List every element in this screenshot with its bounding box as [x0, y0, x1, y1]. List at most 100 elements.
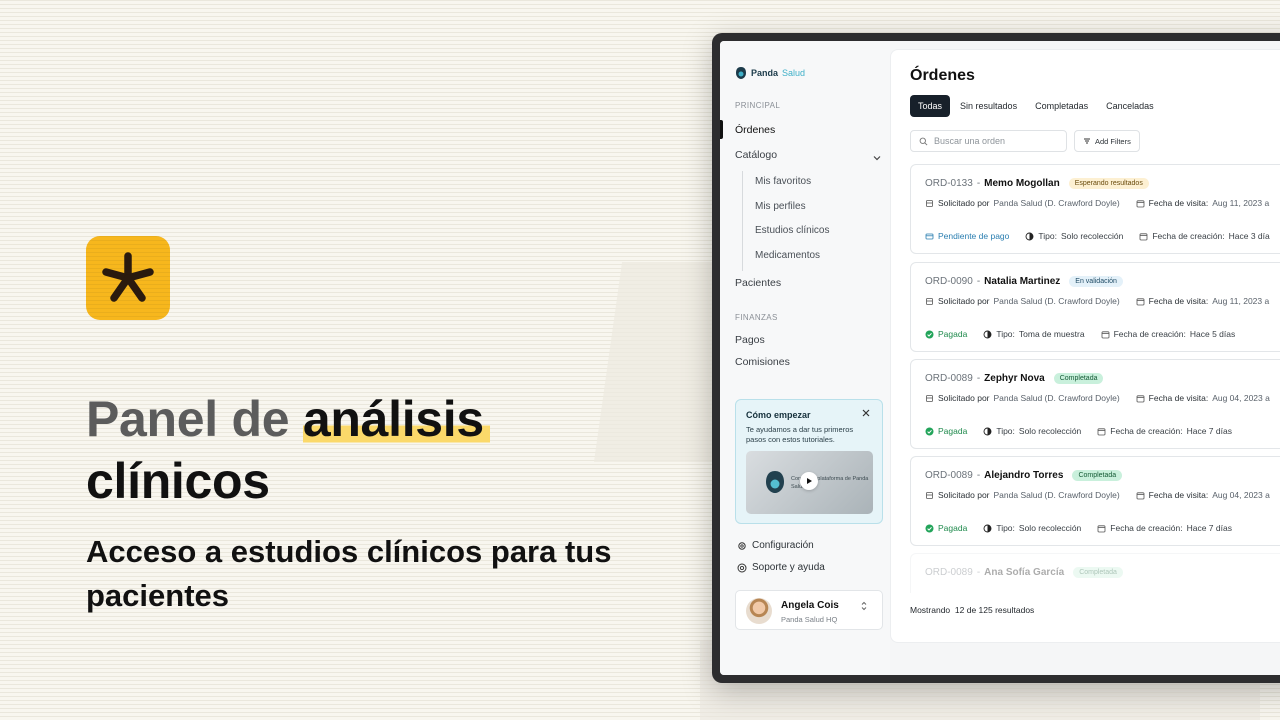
active-indicator: [720, 120, 723, 139]
promo-text: Te ayudamos a dar tus primeros pasos con…: [746, 425, 854, 444]
visit-date-label: Fecha de visita:: [1148, 296, 1209, 306]
order-meta: Solicitado por Panda Salud (D. Crawford D…: [925, 490, 1270, 500]
requester: Panda Salud (D. Crawford Doyle): [993, 393, 1120, 403]
type-icon: [983, 524, 992, 532]
requester: Panda Salud (D. Crawford Doyle): [993, 490, 1120, 500]
check-circle-icon: [925, 330, 934, 338]
order-header: ORD-0089- Zephyr Nova Completada: [925, 373, 1104, 384]
order-meta: Solicitado por Panda Salud (D. Crawford D…: [925, 393, 1270, 403]
sidebar-item-comisiones[interactable]: Comisiones: [735, 356, 790, 368]
main-panel: Órdenes Todas Sin resultados Completadas…: [890, 49, 1280, 643]
order-id: ORD-0089: [925, 373, 973, 384]
payment-status[interactable]: Pendiente de pago: [938, 231, 1009, 241]
add-filters-button[interactable]: Add Filters: [1074, 130, 1140, 152]
sidebar-subitem-perfiles[interactable]: Mis perfiles: [755, 201, 806, 212]
visit-date-label: Fecha de visita:: [1148, 490, 1209, 500]
payment-status: Pagada: [938, 523, 968, 533]
status-badge: En validación: [1069, 276, 1123, 287]
calendar-icon: [1139, 232, 1148, 240]
chevron-updown-icon: [861, 601, 867, 611]
type-label: Tipo:: [996, 523, 1015, 533]
type-label: Tipo:: [996, 426, 1015, 436]
search-placeholder: Buscar una orden: [934, 136, 1006, 146]
play-button[interactable]: [800, 472, 818, 490]
order-card[interactable]: ORD-0133- Memo Mogollan Esperando resultad…: [910, 164, 1280, 254]
order-card[interactable]: ORD-0090- Natalia Martinez En validación So…: [910, 262, 1280, 352]
hero-title: Panel de análisis clínicos: [86, 388, 666, 512]
order-header: ORD-0090- Natalia Martinez En validación: [925, 276, 1123, 287]
support-link[interactable]: Soporte y ayuda: [737, 562, 825, 573]
brand-name-accent: Salud: [782, 68, 806, 78]
config-link[interactable]: Configuración: [737, 540, 814, 551]
tab-sin-resultados[interactable]: Sin resultados: [952, 95, 1025, 117]
created-label: Fecha de creación:: [1110, 523, 1183, 533]
submenu-line: [742, 171, 743, 271]
user-org: Panda Salud HQ: [781, 615, 838, 624]
sidebar-item-ordenes[interactable]: Órdenes: [735, 124, 775, 136]
visit-date: Aug 11, 2023 a: [1212, 198, 1270, 208]
order-details: Pagada Tipo: Solo recolección Fecha de crea…: [925, 523, 1232, 533]
sidebar-subitem-medicamentos[interactable]: Medicamentos: [755, 250, 820, 261]
requested-by-label: Solicitado por: [938, 198, 990, 208]
search-input[interactable]: Buscar una orden: [910, 130, 1067, 152]
created-date: Hace 3 día: [1228, 231, 1270, 241]
tab-completadas[interactable]: Completadas: [1027, 95, 1096, 117]
order-separator: -: [976, 178, 981, 189]
building-icon: [926, 491, 933, 499]
payment-status: Pagada: [938, 426, 968, 436]
sidebar-item-pacientes[interactable]: Pacientes: [735, 277, 781, 289]
calendar-icon: [1101, 330, 1109, 338]
tutorial-video[interactable]: Conoce la plataforma de Panda Salud: [746, 451, 873, 514]
order-card[interactable]: ORD-0089- Alejandro Torres Completada Solic…: [910, 456, 1280, 546]
status-badge: Completada: [1053, 373, 1104, 384]
order-card[interactable]: ORD-0089- Ana Sofía García Completada: [910, 553, 1280, 593]
requester: Panda Salud (D. Crawford Doyle): [993, 198, 1120, 208]
order-type: Toma de muestra: [1018, 329, 1085, 339]
status-badge: Esperando resultados: [1068, 178, 1149, 189]
patient-name: Natalia Martinez: [984, 276, 1061, 287]
results-count: 12 de 125 resultados: [954, 605, 1035, 615]
tab-todas[interactable]: Todas: [910, 95, 951, 117]
help-icon: [737, 563, 747, 572]
order-separator: -: [976, 276, 981, 287]
brand-name: Panda: [751, 68, 779, 78]
calendar-icon: [1136, 394, 1145, 402]
hero-title-highlight: análisis: [302, 391, 490, 447]
sidebar-item-pagos[interactable]: Pagos: [735, 334, 765, 346]
visit-date: Aug 04, 2023 a: [1212, 393, 1270, 403]
getting-started-card: Cómo empezar Te ayudamos a dar tus prime…: [735, 399, 883, 524]
sidebar-subitem-estudios[interactable]: Estudios clínicos: [755, 225, 829, 236]
patient-name: Zephyr Nova: [984, 373, 1045, 384]
user-name: Angela Cois: [781, 600, 839, 611]
order-meta: Solicitado por Panda Salud (D. Crawford D…: [925, 198, 1269, 208]
add-filters-label: Add Filters: [1095, 136, 1131, 146]
close-icon[interactable]: [861, 408, 871, 418]
config-label: Configuración: [752, 540, 814, 551]
asterisk-icon: [102, 252, 154, 302]
video-logo-icon: [766, 471, 784, 493]
results-footer: Mostrando 12 de 125 resultados: [910, 605, 1034, 615]
patient-name: Ana Sofía García: [984, 567, 1065, 578]
tab-canceladas[interactable]: Canceladas: [1098, 95, 1162, 117]
patient-name: Memo Mogollan: [984, 178, 1060, 189]
order-details: Pendiente de pago Tipo: Solo recolección Fe…: [925, 231, 1270, 241]
page-title: Órdenes: [910, 67, 975, 84]
sidebar-subitem-favoritos[interactable]: Mis favoritos: [755, 176, 811, 187]
created-date: Hace 7 días: [1186, 426, 1232, 436]
order-card[interactable]: ORD-0089- Zephyr Nova Completada Solicitado…: [910, 359, 1280, 449]
user-switcher[interactable]: Angela Cois Panda Salud HQ: [735, 590, 883, 630]
status-badge: Completada: [1072, 470, 1123, 481]
chevron-down-icon[interactable]: [872, 153, 882, 163]
section-label-principal: PRINCIPAL: [735, 101, 781, 110]
panda-salud-icon: [736, 67, 746, 79]
device-frame: Panda Salud PRINCIPAL Órdenes Catálogo Mi…: [712, 33, 1280, 683]
order-header: ORD-0133- Memo Mogollan Esperando resultad…: [925, 178, 1149, 189]
brand-logo[interactable]: Panda Salud: [735, 66, 805, 80]
building-icon: [926, 297, 933, 305]
order-header: ORD-0089- Alejandro Torres Completada: [925, 470, 1123, 481]
sidebar-item-catalogo[interactable]: Catálogo: [735, 149, 777, 161]
credit-card-icon: [925, 233, 934, 239]
building-icon: [926, 199, 933, 207]
results-prefix: Mostrando: [910, 605, 951, 615]
type-icon: [983, 330, 992, 338]
